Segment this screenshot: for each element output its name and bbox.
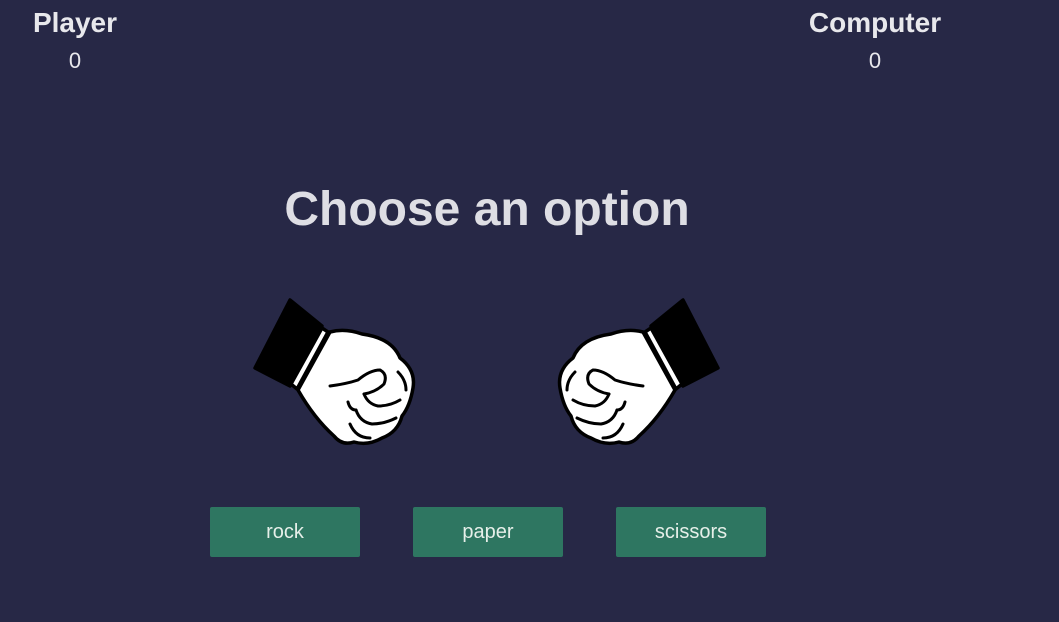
scissors-button[interactable]: scissors [616, 507, 766, 557]
choose-option-heading: Choose an option [284, 183, 690, 236]
player-score-panel: Player 0 [0, 6, 155, 74]
computer-score: 0 [868, 48, 882, 73]
player-hand-icon [250, 298, 420, 448]
computer-score-panel: Computer 0 [795, 6, 955, 74]
paper-button[interactable]: paper [413, 507, 563, 557]
rock-button[interactable]: rock [210, 507, 360, 557]
computer-label: Computer [808, 7, 942, 38]
player-score: 0 [68, 48, 82, 73]
computer-hand-icon [553, 298, 723, 448]
player-label: Player [32, 7, 118, 38]
